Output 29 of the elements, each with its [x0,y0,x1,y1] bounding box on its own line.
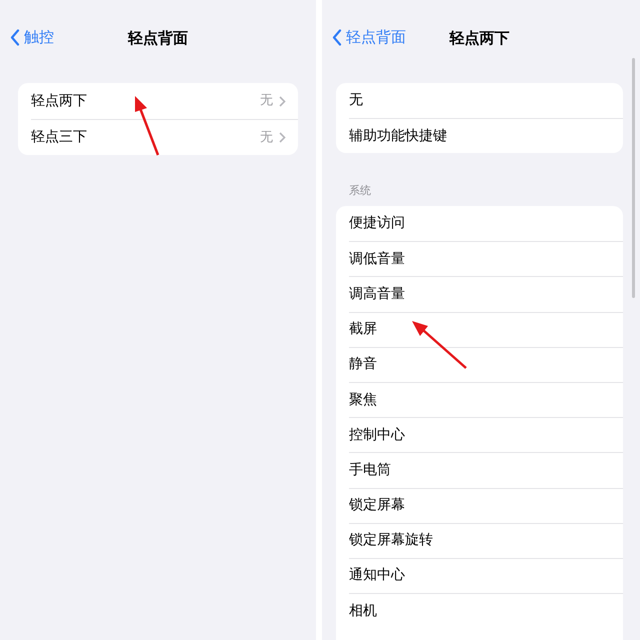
option-label[interactable]: 相机 [349,600,377,622]
back-button[interactable]: 触控 [10,27,54,47]
option-label[interactable]: 便捷访问 [349,213,405,234]
option-label[interactable]: 截屏 [349,319,377,340]
annotation-arrow [135,96,160,156]
chevron-left-icon [10,28,20,46]
option-label[interactable]: 调低音量 [349,248,405,270]
row-value: 无 [260,128,273,147]
option-label[interactable]: 静音 [349,354,377,376]
chevron-right-icon [279,132,286,143]
option-label[interactable]: 调高音量 [349,284,405,305]
row-value: 无 [260,92,273,110]
option-label[interactable]: 聚焦 [349,390,377,411]
nav-title: 轻点背面 [128,28,188,49]
row-label[interactable]: 轻点三下 [31,127,260,148]
option-label[interactable]: 无 [349,90,363,111]
option-label[interactable]: 辅助功能快捷键 [349,126,447,146]
row-label[interactable]: 轻点两下 [31,90,260,112]
option-label[interactable]: 锁定屏幕旋转 [349,530,433,552]
option-label[interactable]: 锁定屏幕 [349,495,405,516]
chevron-right-icon [279,96,286,106]
nav-title: 轻点两下 [450,28,510,49]
chevron-left-icon [332,28,342,46]
option-label[interactable]: 通知中心 [349,565,405,586]
back-button[interactable]: 轻点背面 [332,27,406,47]
annotation-arrow [412,321,467,369]
option-label[interactable]: 手电筒 [349,460,391,481]
section-header: 系统 [349,184,371,197]
option-label[interactable]: 控制中心 [349,424,405,446]
